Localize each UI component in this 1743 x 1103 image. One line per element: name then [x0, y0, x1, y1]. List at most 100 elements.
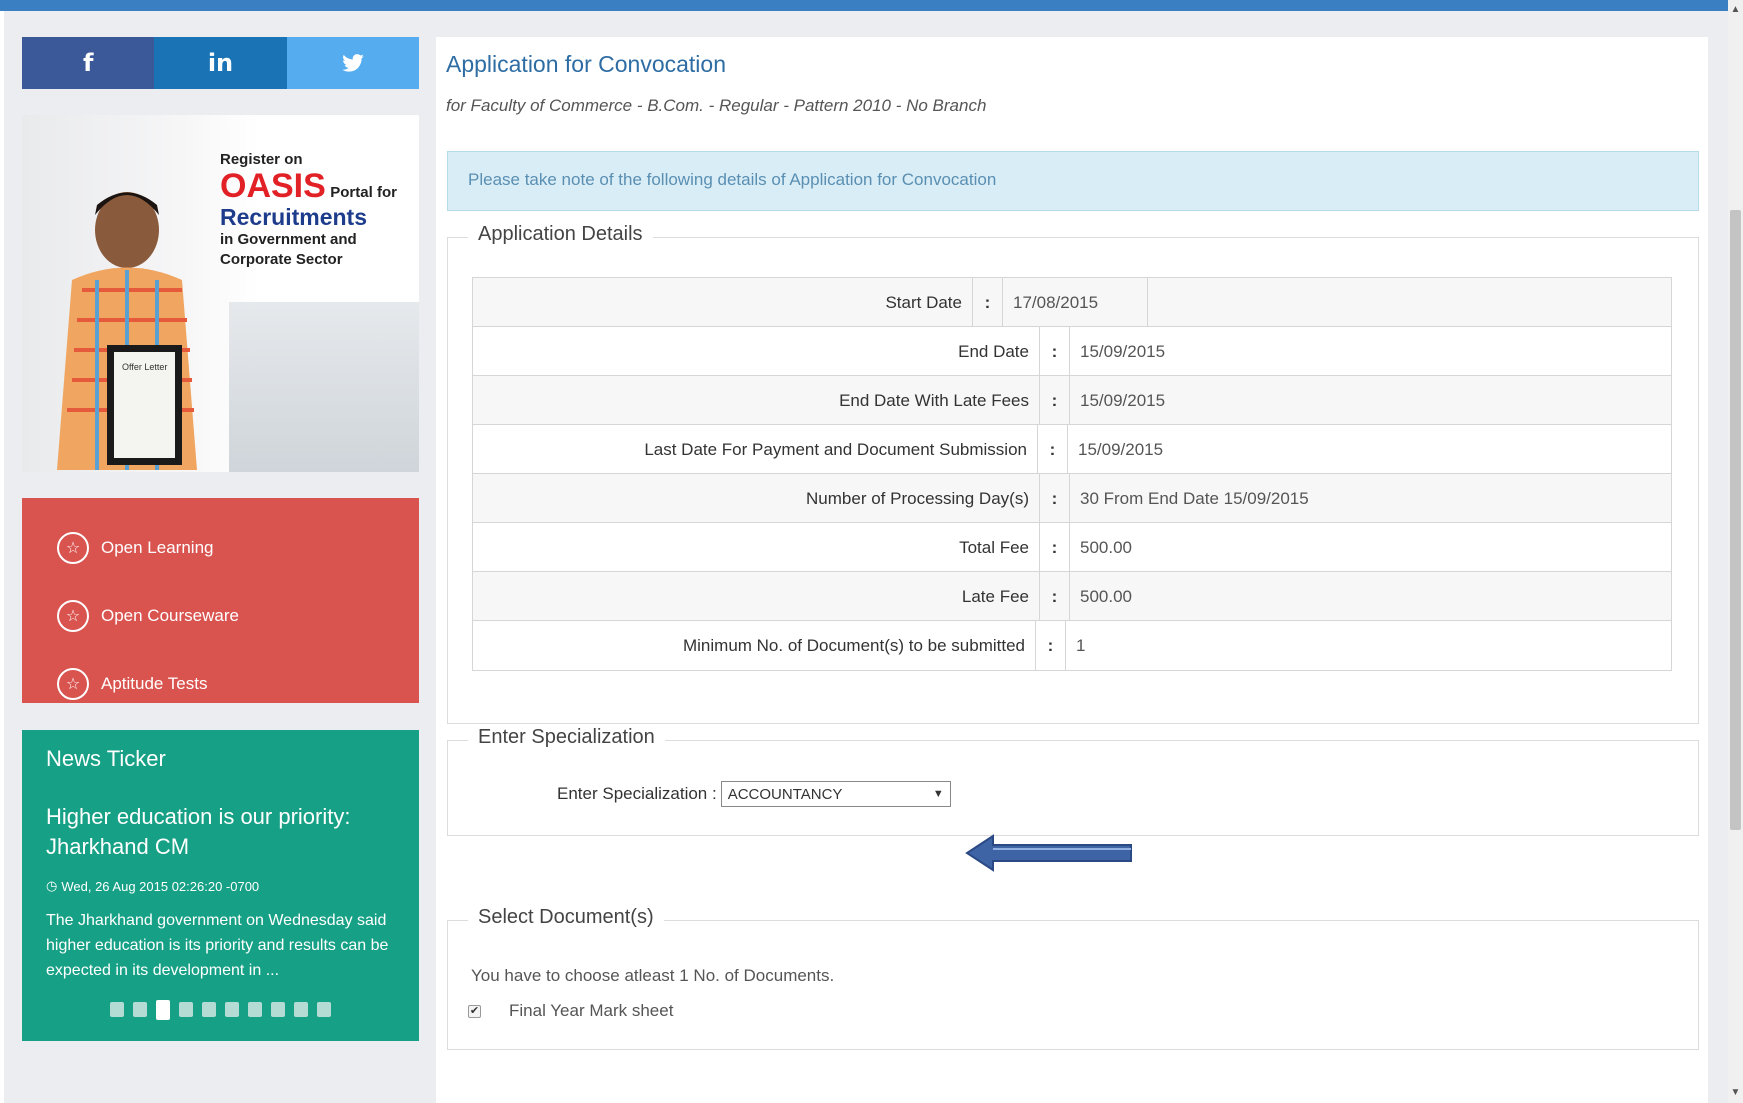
row-value: 15/09/2015: [1080, 391, 1166, 410]
document-checkbox-row: ✔ Final Year Mark sheet: [468, 1001, 673, 1021]
row-colon: :: [1036, 621, 1066, 670]
menu-item-aptitude-tests[interactable]: ☆ Aptitude Tests: [22, 650, 419, 718]
specialization-fieldset: Enter Specialization Enter Specializatio…: [447, 726, 1699, 836]
documents-legend: Select Document(s): [468, 906, 664, 929]
row-value: 1: [1076, 636, 1086, 655]
news-pagination-dot[interactable]: [133, 1002, 147, 1017]
banner-line5-text: Corporate Sector: [220, 251, 343, 268]
menu-item-label: Open Learning: [101, 538, 214, 557]
row-label: Late Fee: [473, 572, 1040, 620]
row-colon: :: [1038, 425, 1068, 473]
news-pagination-dot[interactable]: [225, 1002, 239, 1017]
table-row: Start Date : 17/08/2015: [473, 278, 1671, 327]
row-label: Total Fee: [473, 523, 1040, 571]
row-colon: :: [1040, 376, 1070, 424]
row-colon: :: [1040, 474, 1070, 522]
row-label: Start Date: [473, 278, 973, 326]
table-row: Total Fee : 500.00: [473, 523, 1671, 572]
specialization-row: Enter Specialization : ACCOUNTANCY ▼: [557, 781, 951, 807]
row-colon: :: [973, 278, 1003, 326]
star-icon: ☆: [57, 600, 89, 632]
row-colon: :: [1040, 572, 1070, 620]
linkedin-button[interactable]: in: [154, 37, 287, 89]
row-label: End Date With Late Fees: [473, 376, 1040, 424]
row-value: 17/08/2015: [1003, 278, 1148, 326]
linkedin-icon: in: [207, 49, 234, 77]
application-details-table: Start Date : 17/08/2015 End Date : 15/09…: [472, 277, 1672, 671]
row-label: End Date: [473, 327, 1040, 375]
menu-item-label: Aptitude Tests: [101, 674, 208, 693]
banner-recruitments-text: Recruitments: [220, 204, 367, 230]
facebook-icon: f: [82, 49, 94, 77]
banner-office-scene: [229, 302, 419, 472]
row-empty-cell: [1148, 278, 1671, 326]
banner-text-block: Register on OASIS Portal for Recruitment…: [220, 151, 415, 270]
specialization-legend: Enter Specialization: [468, 726, 665, 749]
row-colon: :: [1040, 327, 1070, 375]
news-pagination-dot[interactable]: [271, 1002, 285, 1017]
quick-links-menu: ☆ Open Learning ☆ Open Courseware ☆ Apti…: [22, 498, 419, 703]
banner-register-text: Register on: [220, 151, 303, 168]
scroll-thumb[interactable]: [1730, 210, 1741, 830]
scroll-up-icon[interactable]: ▲: [1728, 2, 1743, 18]
news-pagination-dot[interactable]: [179, 1002, 193, 1017]
documents-fieldset: Select Document(s) You have to choose at…: [447, 906, 1699, 1050]
star-icon: ☆: [57, 532, 89, 564]
news-ticker-title: News Ticker: [46, 746, 166, 771]
application-details-fieldset: Application Details Start Date : 17/08/2…: [447, 223, 1699, 724]
news-pagination-dot[interactable]: [317, 1002, 331, 1017]
specialization-select[interactable]: ACCOUNTANCY ▼: [720, 781, 951, 807]
row-label: Minimum No. of Document(s) to be submitt…: [473, 621, 1036, 670]
menu-item-label: Open Courseware: [101, 606, 239, 625]
row-colon: :: [1040, 523, 1070, 571]
twitter-button[interactable]: [286, 37, 419, 89]
table-row: End Date With Late Fees : 15/09/2015: [473, 376, 1671, 425]
news-pagination-dot[interactable]: [294, 1002, 308, 1017]
specialization-label: Enter Specialization :: [557, 784, 717, 803]
news-date: ◷ Wed, 26 Aug 2015 02:26:20 -0700: [46, 878, 395, 894]
table-row: Number of Processing Day(s) : 30 From En…: [473, 474, 1671, 523]
oasis-recruitment-banner[interactable]: Offer Letter Register on OASIS Portal fo…: [22, 115, 419, 472]
facebook-button[interactable]: f: [22, 37, 155, 89]
star-icon: ☆: [57, 668, 89, 700]
banner-portal-text: Portal for: [330, 184, 397, 201]
specialization-selected-value: ACCOUNTANCY: [727, 785, 843, 803]
news-pagination-dot[interactable]: [248, 1002, 262, 1017]
row-value: 500.00: [1080, 538, 1132, 557]
news-pagination-dot[interactable]: [156, 1000, 170, 1020]
page-subtitle: for Faculty of Commerce - B.Com. - Regul…: [446, 96, 987, 115]
top-accent-bar: [0, 0, 1728, 11]
document-checkbox[interactable]: ✔: [468, 1004, 481, 1018]
table-row: Last Date For Payment and Document Submi…: [473, 425, 1671, 474]
news-headline[interactable]: Higher education is our priority: Jharkh…: [46, 802, 395, 862]
row-label: Last Date For Payment and Document Submi…: [473, 425, 1038, 473]
scroll-down-icon[interactable]: ▼: [1728, 1085, 1743, 1101]
offer-letter-text: Offer Letter: [122, 362, 167, 372]
row-value: 15/09/2015: [1078, 440, 1164, 459]
row-value: 500.00: [1080, 587, 1132, 606]
row-value: 30 From End Date 15/09/2015: [1080, 489, 1309, 508]
news-body: The Jharkhand government on Wednesday sa…: [46, 912, 389, 979]
news-pagination: [110, 1000, 331, 1020]
social-share-bar: f in: [22, 37, 419, 89]
application-details-legend: Application Details: [468, 223, 653, 246]
clock-icon: ◷: [46, 878, 58, 893]
table-row: End Date : 15/09/2015: [473, 327, 1671, 376]
annotation-arrow-icon: [965, 834, 1132, 872]
news-date-text: Wed, 26 Aug 2015 02:26:20 -0700: [61, 878, 260, 894]
menu-item-open-learning[interactable]: ☆ Open Learning: [22, 514, 419, 582]
info-alert: Please take note of the following detail…: [447, 151, 1699, 211]
document-label: Final Year Mark sheet: [509, 1001, 674, 1020]
twitter-icon: [342, 54, 364, 72]
vertical-scrollbar[interactable]: ▲ ▼: [1728, 0, 1743, 1103]
page-title: Application for Convocation: [446, 51, 726, 77]
table-row: Late Fee : 500.00: [473, 572, 1671, 621]
menu-item-open-courseware[interactable]: ☆ Open Courseware: [22, 582, 419, 650]
banner-oasis-text: OASIS: [220, 167, 326, 205]
news-pagination-dot[interactable]: [110, 1002, 124, 1017]
row-label: Number of Processing Day(s): [473, 474, 1040, 522]
news-ticker: News Ticker Higher education is our prio…: [22, 730, 419, 1041]
banner-person-illustration: Offer Letter: [57, 192, 197, 470]
news-pagination-dot[interactable]: [202, 1002, 216, 1017]
main-content-panel: Application for Convocation for Faculty …: [436, 37, 1708, 1103]
